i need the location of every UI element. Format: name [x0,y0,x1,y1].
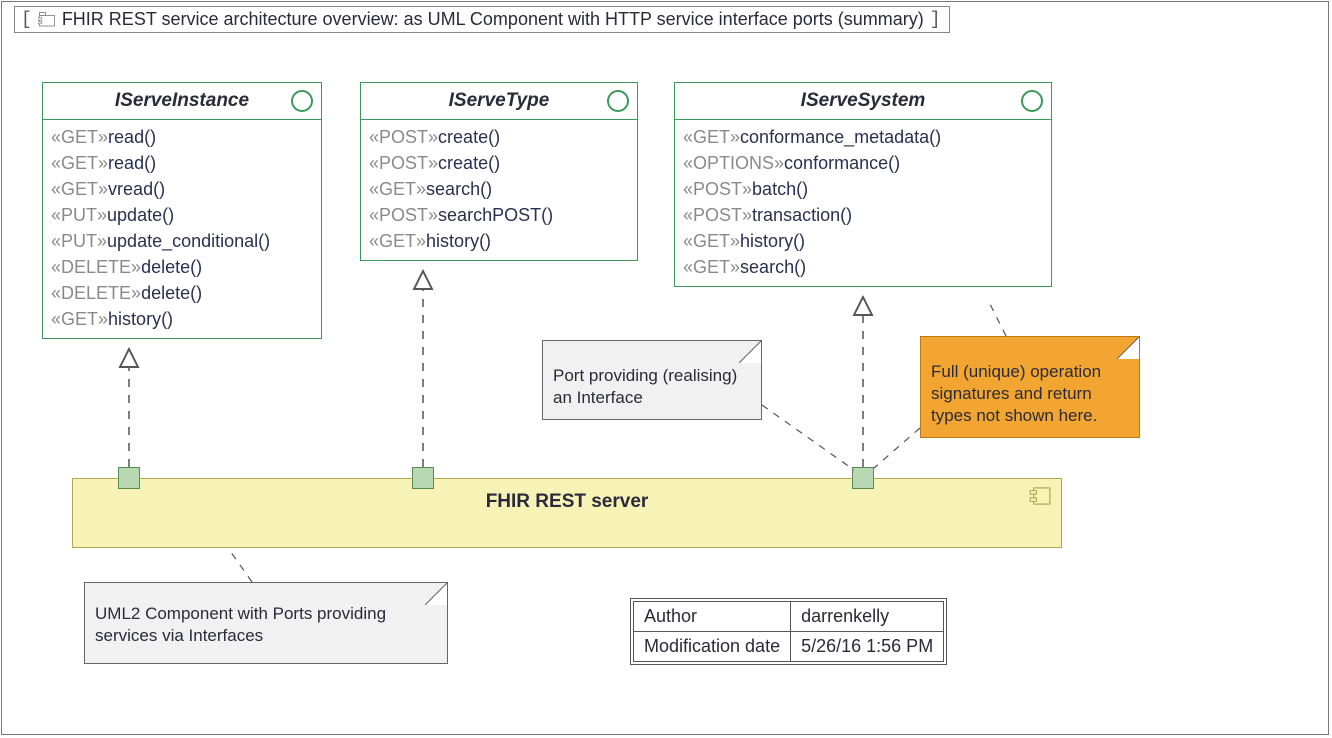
operation: «PUT»update_conditional() [51,228,313,254]
note-uml2-component: UML2 Component with Ports providing serv… [84,582,448,664]
operation: «GET»history() [683,228,1043,254]
diagram-frame: [ FHIR REST service architecture overvie… [1,1,1329,735]
operation-list: «POST»create()«POST»create()«GET»search(… [361,120,637,260]
component-fhir-rest-server: FHIR REST server [72,478,1062,548]
operation: «GET»read() [51,124,313,150]
operation: «GET»history() [51,306,313,332]
operation: «OPTIONS»conformance() [683,150,1043,176]
operation: «POST»searchPOST() [369,202,629,228]
connector-note-port [762,405,854,470]
interface-icon [291,90,313,112]
operation: «POST»create() [369,124,629,150]
note-text: Full (unique) operation signatures and r… [931,362,1101,425]
note-signatures: Full (unique) operation signatures and r… [920,336,1140,438]
component-icon [1029,487,1051,505]
interface-name: IServeSystem [801,90,926,112]
operation: «DELETE»delete() [51,254,313,280]
port-system [852,467,874,489]
meta-moddate-label: Modification date [634,632,791,662]
interface-icon [1021,90,1043,112]
component-name: FHIR REST server [73,491,1061,513]
frame-title-tab: [ FHIR REST service architecture overvie… [14,6,950,33]
interface-name: IServeType [449,90,550,112]
operation-list: «GET»conformance_metadata()«OPTIONS»conf… [675,120,1051,286]
operation: «GET»vread() [51,176,313,202]
operation: «DELETE»delete() [51,280,313,306]
interface-header: IServeSystem [675,83,1051,120]
operation: «POST»transaction() [683,202,1043,228]
interface-serve-system: IServeSystem «GET»conformance_metadata()… [674,82,1052,287]
note-fold-icon [425,583,447,605]
meta-author-label: Author [634,602,791,632]
interface-icon [607,90,629,112]
interface-header: IServeType [361,83,637,120]
note-text: UML2 Component with Ports providing serv… [95,604,386,645]
operation: «GET»read() [51,150,313,176]
interface-name: IServeInstance [115,90,249,112]
connector-note-signatures-to-system [990,304,1006,336]
package-icon [38,11,56,29]
table-row: Author darrenkelly [634,602,944,632]
operation: «GET»history() [369,228,629,254]
note-text: Port providing (realising) an Interface [553,366,737,407]
operation: «GET»search() [369,176,629,202]
operation: «GET»search() [683,254,1043,280]
interface-serve-type: IServeType «POST»create()«POST»create()«… [360,82,638,261]
meta-author-value: darrenkelly [791,602,944,632]
operation-list: «GET»read()«GET»read()«GET»vread()«PUT»u… [43,120,321,338]
note-fold-icon [1117,337,1139,359]
port-type [412,467,434,489]
interface-header: IServeInstance [43,83,321,120]
note-port-providing: Port providing (realising) an Interface [542,340,762,420]
connector-note-signatures-to-port [874,428,920,468]
connector-note-uml2 [228,548,252,582]
port-instance [118,467,140,489]
bracket-close: ] [930,10,941,30]
operation: «GET»conformance_metadata() [683,124,1043,150]
note-fold-icon [739,341,761,363]
operation: «POST»batch() [683,176,1043,202]
table-row: Modification date 5/26/16 1:56 PM [634,632,944,662]
interface-serve-instance: IServeInstance «GET»read()«GET»read()«GE… [42,82,322,339]
frame-title: FHIR REST service architecture overview:… [62,9,924,30]
operation: «POST»create() [369,150,629,176]
meta-table: Author darrenkelly Modification date 5/2… [630,598,947,665]
meta-moddate-value: 5/26/16 1:56 PM [791,632,944,662]
bracket-open: [ [21,10,32,30]
operation: «PUT»update() [51,202,313,228]
